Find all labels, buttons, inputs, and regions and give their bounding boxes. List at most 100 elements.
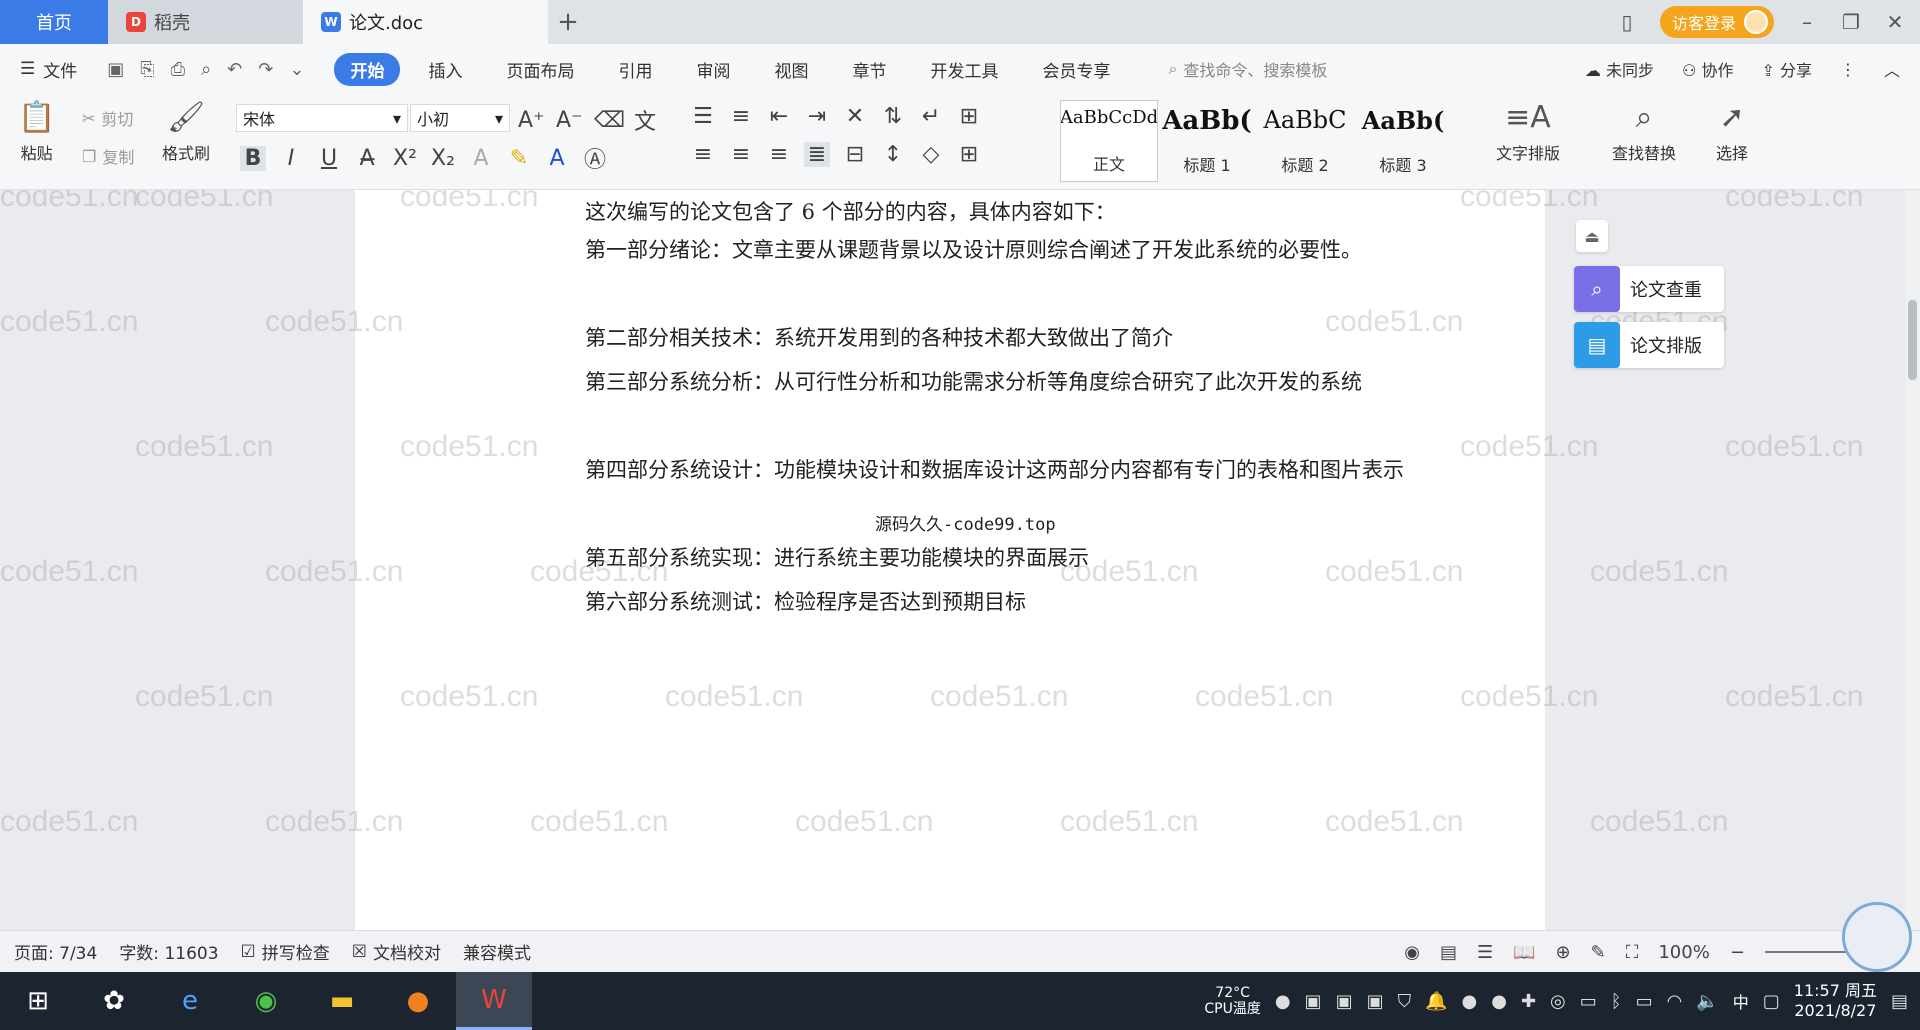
- visitor-login-button[interactable]: 访客登录: [1659, 6, 1774, 38]
- search-tray-icon[interactable]: ▢: [1763, 991, 1780, 1012]
- tab-docer[interactable]: D 稻壳: [108, 0, 303, 44]
- shrink-font-icon[interactable]: A⁻: [556, 108, 583, 133]
- font-size-select[interactable]: 小初 ▾: [410, 104, 510, 132]
- tray-app-icon[interactable]: ●: [1462, 991, 1478, 1012]
- volume-icon[interactable]: 🔈: [1696, 991, 1718, 1012]
- browser-icon[interactable]: ◉: [228, 972, 304, 1030]
- bullet-list-icon[interactable]: ☰: [690, 104, 716, 129]
- justify-icon[interactable]: ≣: [804, 142, 830, 167]
- style-normal[interactable]: AaBbCcDd 正文: [1060, 100, 1158, 182]
- file-menu[interactable]: ☰ 文件: [20, 57, 77, 82]
- start-icon[interactable]: ⊞: [0, 972, 76, 1030]
- align-right-icon[interactable]: ≡: [766, 142, 792, 167]
- page-indicator[interactable]: 页面: 7/34: [14, 939, 97, 964]
- tab-start[interactable]: 开始: [334, 52, 401, 86]
- customize-dropdown-icon[interactable]: ⌄: [289, 59, 304, 80]
- app-launcher-icon[interactable]: ✿: [76, 972, 152, 1030]
- format-painter-button[interactable]: 🖌 格式刷: [162, 100, 210, 164]
- print-icon[interactable]: ⎙: [171, 59, 185, 80]
- restore-icon[interactable]: ❐: [1840, 10, 1862, 34]
- collapse-ribbon-icon[interactable]: ︿: [1884, 57, 1900, 81]
- style-heading-3[interactable]: AaBb( 标题 3: [1354, 100, 1452, 182]
- font-name-select[interactable]: 宋体 ▾: [236, 104, 408, 132]
- align-left-icon[interactable]: ≡: [690, 142, 716, 167]
- find-replace-button[interactable]: ⌕ 查找替换: [1612, 100, 1676, 164]
- numbered-list-icon[interactable]: ≡: [728, 104, 754, 129]
- style-heading-1[interactable]: AaBb( 标题 1: [1158, 100, 1256, 182]
- web-view-icon[interactable]: ⊕: [1556, 942, 1571, 963]
- document-page[interactable]: 这次编写的论文包含了 6 个部分的内容，具体内容如下： 第一部分绪论：文章主要从…: [355, 190, 1545, 930]
- show-marks-icon[interactable]: ↵: [918, 104, 944, 129]
- layout-icon[interactable]: ▯: [1616, 10, 1638, 34]
- battery-icon[interactable]: ▭: [1636, 991, 1653, 1012]
- underline-icon[interactable]: U: [316, 146, 342, 171]
- strikethrough-icon[interactable]: A̶: [354, 146, 380, 171]
- tab-view[interactable]: 视图: [758, 53, 824, 86]
- panel-collapse-button[interactable]: ⏏: [1576, 220, 1608, 252]
- zoom-out-icon[interactable]: −: [1730, 942, 1745, 963]
- bluetooth-icon[interactable]: ᛒ: [1611, 991, 1622, 1012]
- doc-proof-button[interactable]: ☒ 文档校对: [352, 939, 441, 965]
- subscript-icon[interactable]: X₂: [430, 146, 456, 171]
- command-search[interactable]: ⌕ 查找命令、搜索模板: [1168, 57, 1327, 81]
- vertical-scrollbar[interactable]: [1905, 190, 1920, 930]
- paper-layout-button[interactable]: ▤ 论文排版: [1574, 322, 1724, 368]
- phonetic-icon[interactable]: 文: [632, 104, 658, 136]
- wifi-icon[interactable]: ◠: [1667, 991, 1683, 1012]
- wps-writer-icon[interactable]: W: [456, 972, 532, 1030]
- undo-icon[interactable]: ↶: [227, 59, 242, 80]
- fit-page-icon[interactable]: ⛶: [1626, 942, 1639, 963]
- cut-button[interactable]: ✂ 剪切: [82, 106, 133, 130]
- gpu-icon[interactable]: ▭: [1580, 991, 1597, 1012]
- tab-review[interactable]: 审阅: [680, 53, 746, 86]
- paper-check-button[interactable]: ⌕ 论文查重: [1574, 266, 1724, 312]
- shading-icon[interactable]: ◇: [918, 142, 944, 167]
- tab-developer[interactable]: 开发工具: [914, 53, 1014, 86]
- ime-indicator[interactable]: 中: [1733, 989, 1749, 1013]
- style-heading-2[interactable]: AaBbC 标题 2: [1256, 100, 1354, 182]
- copy-button[interactable]: ❐ 复制: [82, 144, 134, 168]
- paste-button[interactable]: 📋 粘贴: [18, 100, 55, 164]
- borders-icon[interactable]: ⊞: [956, 142, 982, 167]
- tab-references[interactable]: 引用: [602, 53, 668, 86]
- tab-page-layout[interactable]: 页面布局: [490, 53, 590, 86]
- new-tab-button[interactable]: +: [548, 0, 588, 44]
- more-icon[interactable]: ⋮: [1840, 60, 1856, 79]
- distribute-icon[interactable]: ⊟: [842, 142, 868, 167]
- pen-icon[interactable]: ✎: [1591, 942, 1606, 963]
- tab-section[interactable]: 章节: [836, 53, 902, 86]
- spell-check-button[interactable]: ☑ 拼写检查: [241, 939, 330, 965]
- bold-icon[interactable]: B: [240, 145, 266, 171]
- file-explorer-icon[interactable]: ▬: [304, 972, 380, 1030]
- shield-icon[interactable]: ⛉: [1398, 991, 1412, 1012]
- close-icon[interactable]: ✕: [1884, 10, 1906, 34]
- char-border-icon[interactable]: Ⓐ: [582, 142, 608, 174]
- export-icon[interactable]: ⎘: [140, 59, 154, 80]
- save-icon[interactable]: ▣: [107, 59, 124, 80]
- tray-app-icon[interactable]: ●: [1275, 991, 1291, 1012]
- sort-icon[interactable]: ⇅: [880, 104, 906, 129]
- align-center-icon[interactable]: ≡: [728, 142, 754, 167]
- tab-member[interactable]: 会员专享: [1026, 53, 1126, 86]
- ie-browser-icon[interactable]: e: [152, 972, 228, 1030]
- sync-status[interactable]: ☁ 未同步: [1585, 57, 1654, 81]
- print-preview-icon[interactable]: ⌕: [201, 59, 211, 80]
- minimize-icon[interactable]: –: [1796, 10, 1818, 34]
- increase-indent-icon[interactable]: ⇥: [804, 104, 830, 129]
- chinese-layout-icon[interactable]: ✕: [842, 104, 868, 129]
- share-button[interactable]: ⇪ 分享: [1761, 57, 1812, 81]
- scrollbar-thumb[interactable]: [1908, 300, 1917, 380]
- text-effect-icon[interactable]: A: [468, 146, 494, 171]
- clear-format-icon[interactable]: ⌫: [594, 108, 625, 133]
- outline-view-icon[interactable]: ☰: [1477, 942, 1493, 963]
- eye-protection-icon[interactable]: ◉: [1404, 942, 1420, 963]
- media-app-icon[interactable]: ●: [380, 972, 456, 1030]
- zoom-level[interactable]: 100%: [1658, 942, 1709, 963]
- tab-home[interactable]: 首页: [0, 0, 108, 44]
- assistant-avatar[interactable]: [1842, 902, 1912, 972]
- collab-button[interactable]: ⚇ 协作: [1682, 57, 1733, 81]
- font-color-icon[interactable]: A: [544, 146, 570, 171]
- tray-app-icon[interactable]: ▣: [1336, 991, 1353, 1012]
- bell-icon[interactable]: 🔔: [1425, 991, 1447, 1012]
- text-layout-button[interactable]: ≡A 文字排版: [1496, 100, 1560, 164]
